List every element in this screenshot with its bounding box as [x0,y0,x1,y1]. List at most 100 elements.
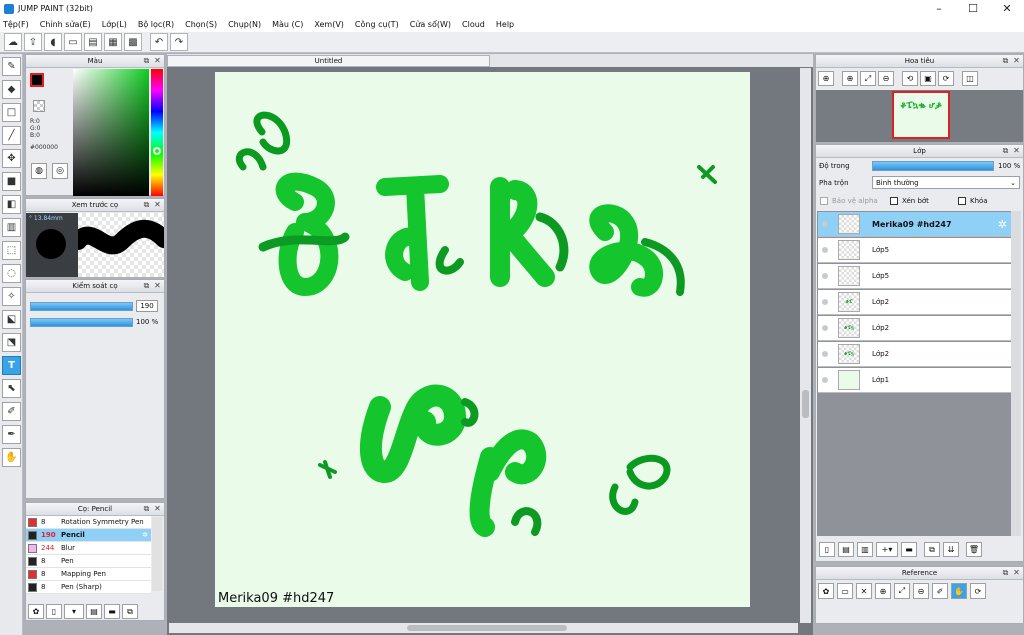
fit-icon[interactable]: ⤢ [860,71,876,86]
layer-row[interactable]: Lớp5 [818,238,1011,263]
hand-icon[interactable]: ✋ [951,583,967,599]
zoom-icon[interactable]: ⊕ [818,71,834,86]
menu-filter[interactable]: Bộ lọc(R) [138,20,174,29]
visibility-icon[interactable] [822,377,828,383]
brush-size-slider[interactable] [30,302,133,311]
visibility-icon[interactable] [822,325,828,331]
close-icon[interactable]: ✕ [153,200,162,209]
settings-icon[interactable]: ✿ [818,583,834,599]
line-tool-icon[interactable]: ╱ [2,126,21,145]
menu-capture[interactable]: Chụp(N) [228,20,261,29]
menu-edit[interactable]: Chỉnh sửa(E) [40,20,91,29]
undo-icon[interactable]: ↶ [150,33,168,51]
clip-checkbox[interactable]: Xén bớt [890,197,929,205]
minimize-button[interactable]: – [922,0,956,17]
eyedropper-icon[interactable]: ✐ [932,583,948,599]
grid-icon[interactable]: ▩ [124,33,142,51]
brush-size-value[interactable]: 190 [136,300,158,312]
brush-item[interactable]: 8 Pen [26,555,151,568]
transparent-color-swatch[interactable] [33,100,45,112]
popout-icon[interactable]: ⧉ [1001,568,1010,577]
eyedropper-tool-icon[interactable]: ✐ [2,402,21,421]
zoom-in-icon[interactable]: ⊕ [842,71,858,86]
brush-item[interactable]: 8 Mapping Pen [26,568,151,581]
popout-icon[interactable]: ⧉ [1001,146,1010,155]
palette-icon[interactable]: ◍ [31,163,47,179]
close-icon[interactable]: ✕ [153,281,162,290]
close-icon[interactable]: ✕ [1012,146,1021,155]
gradient-tool-icon[interactable]: ▥ [2,218,21,237]
popout-icon[interactable]: ⧉ [1001,56,1010,65]
gear-icon[interactable]: ✲ [998,218,1007,231]
menu-cloud[interactable]: Cloud [462,20,485,29]
layer-list-scrollbar[interactable] [1011,211,1021,536]
popout-icon[interactable]: ⧉ [142,281,151,290]
move-tool-icon[interactable]: ✥ [2,149,21,168]
folder-icon[interactable]: ▬ [104,604,120,619]
brush-menu-icon[interactable]: ▾ [64,604,84,619]
close-button[interactable]: ✕ [990,0,1024,17]
brush-opacity-slider[interactable] [30,318,133,327]
rotate-right-icon[interactable]: ⟳ [938,71,954,86]
merge-layer-icon[interactable]: ⇊ [943,542,959,557]
lasso-tool-icon[interactable]: ◌ [2,264,21,283]
delete-layer-icon[interactable]: 🗑 [966,542,982,557]
visibility-icon[interactable] [822,247,828,253]
horizontal-scroll-thumb[interactable] [407,625,567,631]
duplicate-layer-icon[interactable]: ⧉ [924,542,940,557]
layer-row-selected[interactable]: Merika09 #hd247 ✲ [818,212,1011,237]
cloud-icon[interactable]: ☁ [4,33,22,51]
shape-tool-icon[interactable]: □ [2,103,21,122]
flip-icon[interactable]: ◫ [962,71,978,86]
new-8bit-layer-icon[interactable]: ▥ [857,542,873,557]
menu-select[interactable]: Chọn(S) [185,20,217,29]
canvas-vertical-scrollbar[interactable] [800,68,811,623]
layer-opacity-slider[interactable] [872,161,994,171]
new-brush-icon[interactable]: ▯ [46,604,62,619]
gear-icon[interactable]: ✲ [142,531,148,539]
copy-brush-icon[interactable]: ▤ [86,604,102,619]
canvas-paper[interactable]: Merika09 #hd247 [215,72,750,607]
menu-window[interactable]: Cửa sổ(W) [410,20,451,29]
duplicate-icon[interactable]: ⧉ [122,604,138,619]
speech-bubble-icon[interactable]: ◖ [44,33,62,51]
bucket-tool-icon[interactable]: ◧ [2,195,21,214]
page-icon[interactable]: ▤ [84,33,102,51]
close-icon[interactable]: ✕ [153,56,162,65]
select-pen-tool-icon[interactable]: ⬕ [2,310,21,329]
eraser-tool-icon[interactable]: ◆ [2,80,21,99]
hue-slider-knob[interactable] [153,147,161,155]
brush-settings-icon[interactable]: ✿ [28,604,44,619]
close-icon[interactable]: ✕ [153,504,162,513]
document-tab[interactable]: Untitled [167,55,490,67]
protect-alpha-checkbox[interactable]: Bảo vệ alpha [820,197,878,205]
blend-mode-select[interactable]: Bình thường ⌄ [872,176,1020,189]
brush-item-selected[interactable]: 190 Pencil ✲ [26,529,151,542]
brush-tool-icon[interactable]: ✎ [2,57,21,76]
canvas-horizontal-scrollbar[interactable] [169,623,798,633]
palette-add-icon[interactable]: ◎ [52,163,68,179]
menu-tools[interactable]: Công cụ(T) [355,20,399,29]
brush-item[interactable]: 8 Pen (Sharp) [26,581,151,594]
hue-slider[interactable] [151,69,163,196]
export-icon[interactable]: ⇪ [24,33,42,51]
brush-item[interactable]: 8 Rotation Symmetry Pen [26,516,151,529]
brush-item[interactable]: 244 Blur [26,542,151,555]
lock-checkbox[interactable]: Khóa [958,197,988,205]
menu-file[interactable]: Tệp(F) [3,20,29,29]
visibility-icon[interactable] [822,351,828,357]
navigator-thumbnail[interactable]: ቆፔኳቈ ሆቇ [892,91,950,139]
menu-color[interactable]: Màu (C) [272,20,303,29]
open-folder-icon[interactable]: ▭ [837,583,853,599]
text-tool-icon[interactable]: T [2,356,21,375]
hand-tool-icon[interactable]: ✋ [2,448,21,467]
close-reference-icon[interactable]: ✕ [856,583,872,599]
popout-icon[interactable]: ⧉ [142,56,151,65]
select-eraser-tool-icon[interactable]: ⬔ [2,333,21,352]
menu-view[interactable]: Xem(V) [314,20,344,29]
navigator-view[interactable]: ቆፔኳቈ ሆቇ [816,90,1023,142]
popout-icon[interactable]: ⧉ [142,200,151,209]
rotate-icon[interactable]: ⟳ [970,583,986,599]
menu-layer[interactable]: Lớp(L) [102,20,127,29]
pen-tool-icon[interactable]: ✒ [2,425,21,444]
